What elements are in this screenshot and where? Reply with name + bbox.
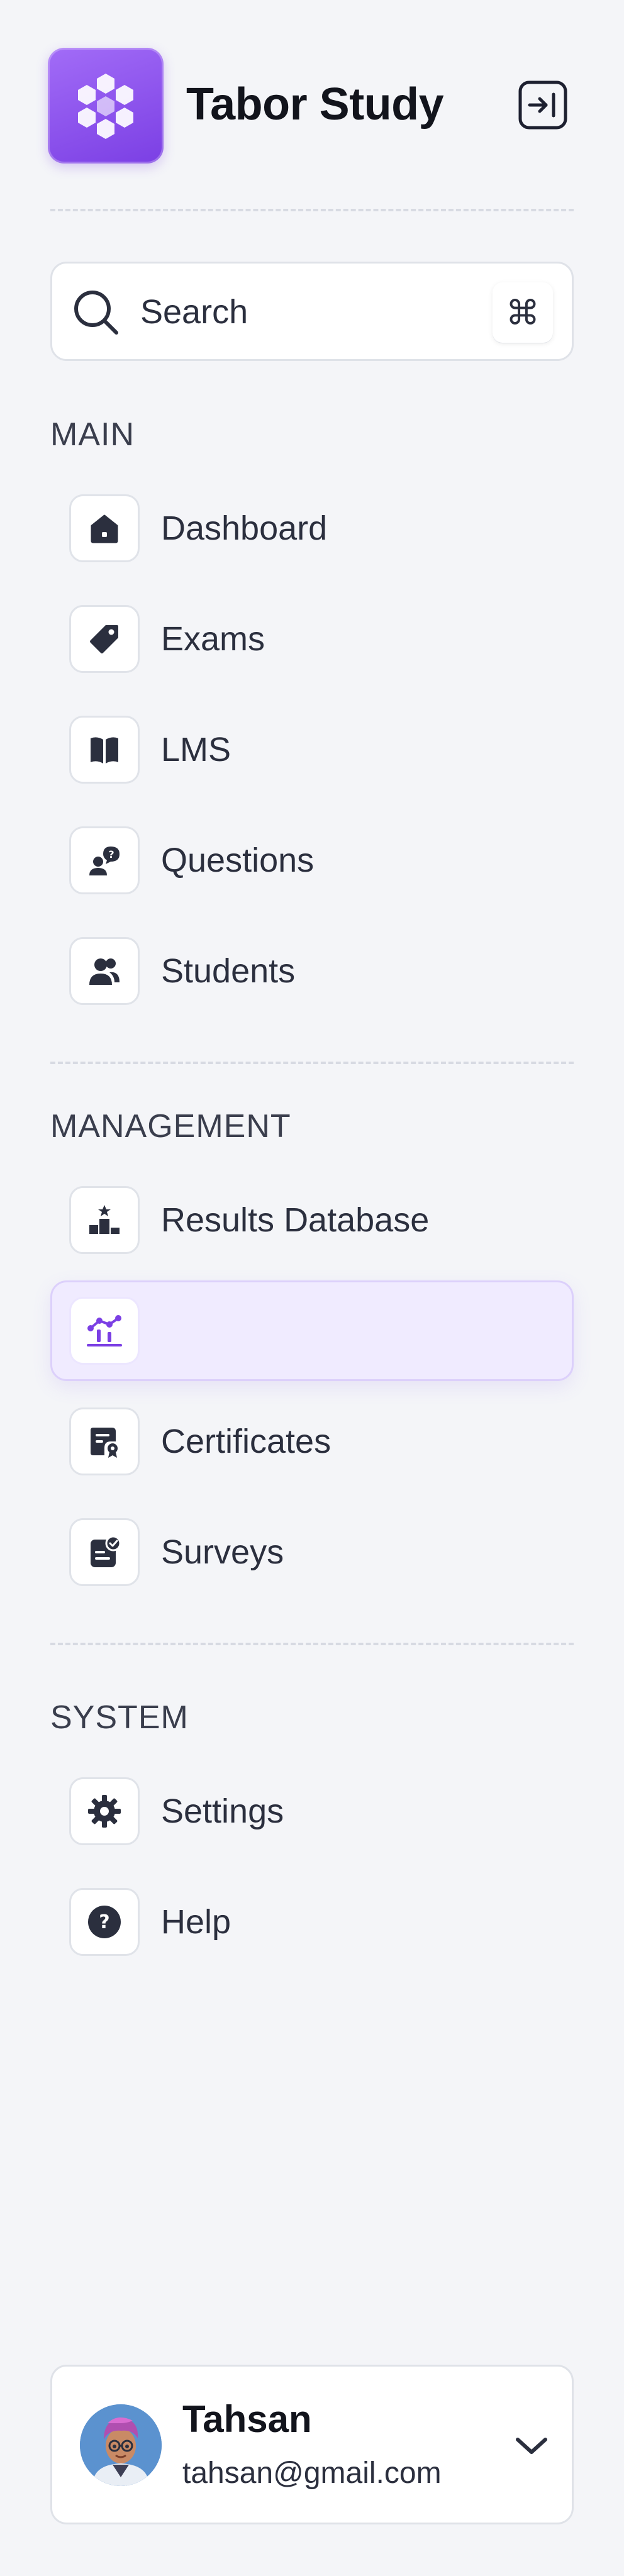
command-shortcut-badge: ⌘ bbox=[493, 282, 553, 343]
nav-item-results-database[interactable]: Results Database bbox=[50, 1170, 574, 1270]
divider bbox=[50, 1062, 574, 1064]
app-logo bbox=[48, 48, 164, 164]
nav-item-lms[interactable]: LMS bbox=[50, 699, 574, 800]
collapse-sidebar-icon bbox=[518, 80, 567, 130]
user-email: tahsan@gmail.com bbox=[182, 2457, 442, 2490]
nav-label: LMS bbox=[161, 731, 231, 769]
nav-item-students[interactable]: Students bbox=[50, 921, 574, 1021]
avatar-icon bbox=[80, 2404, 162, 2486]
collapse-sidebar-button[interactable] bbox=[517, 79, 569, 131]
nav-label: Settings bbox=[161, 1792, 284, 1830]
survey-icon bbox=[91, 1535, 121, 1567]
app-title: Tabor Study bbox=[186, 79, 444, 130]
search-box[interactable]: ⌘ bbox=[50, 262, 574, 361]
avatar bbox=[80, 2404, 162, 2486]
book-icon bbox=[91, 737, 118, 763]
nav-item-settings[interactable]: Settings bbox=[50, 1761, 574, 1862]
podium-icon bbox=[89, 1205, 120, 1234]
svg-text:?: ? bbox=[99, 1911, 109, 1933]
search-input[interactable] bbox=[140, 285, 518, 339]
user-menu-toggle[interactable] bbox=[505, 2419, 558, 2472]
tag-icon bbox=[90, 625, 118, 653]
nav-item-surveys[interactable]: Surveys bbox=[50, 1502, 574, 1602]
home-icon bbox=[91, 514, 118, 543]
nav-label: Certificates bbox=[161, 1423, 332, 1460]
nav-label: Exams bbox=[161, 620, 265, 658]
nav-item-help[interactable]: ? Help bbox=[50, 1872, 574, 1972]
section-label-management: MANAGEMENT bbox=[50, 1108, 291, 1145]
divider bbox=[50, 1643, 574, 1645]
nav-item-certificates[interactable]: Certificates bbox=[50, 1391, 574, 1492]
gear-icon bbox=[88, 1795, 121, 1828]
nav-label: Dashboard bbox=[161, 509, 328, 547]
users-icon bbox=[89, 958, 120, 985]
chevron-down-icon bbox=[516, 2438, 547, 2454]
user-question-icon: ? bbox=[89, 847, 120, 875]
user-profile-card[interactable]: Tahsan tahsan@gmail.com bbox=[50, 2365, 574, 2524]
svg-text:?: ? bbox=[108, 848, 114, 860]
user-name: Tahsan bbox=[182, 2398, 312, 2440]
nav-label: Students bbox=[161, 952, 296, 990]
nav-label: Help bbox=[161, 1903, 231, 1941]
nav-label: Results Database bbox=[161, 1201, 430, 1239]
nav-item-exams[interactable]: Exams bbox=[50, 589, 574, 689]
help-icon: ? bbox=[88, 1906, 121, 1938]
nav-item-questions[interactable]: ? Questions bbox=[50, 810, 574, 911]
chart-icon bbox=[87, 1315, 122, 1346]
search-icon bbox=[74, 291, 118, 335]
nav-label: Surveys bbox=[161, 1533, 284, 1571]
certificate-icon bbox=[91, 1428, 118, 1458]
section-label-system: SYSTEM bbox=[50, 1699, 189, 1736]
nav-item-dashboard[interactable]: Dashboard bbox=[50, 478, 574, 579]
nav-item-analytics-active[interactable] bbox=[50, 1280, 574, 1381]
nav-label: Questions bbox=[161, 841, 315, 879]
section-label-main: MAIN bbox=[50, 416, 135, 453]
divider bbox=[50, 209, 574, 211]
hexagon-logo-icon bbox=[78, 74, 133, 139]
